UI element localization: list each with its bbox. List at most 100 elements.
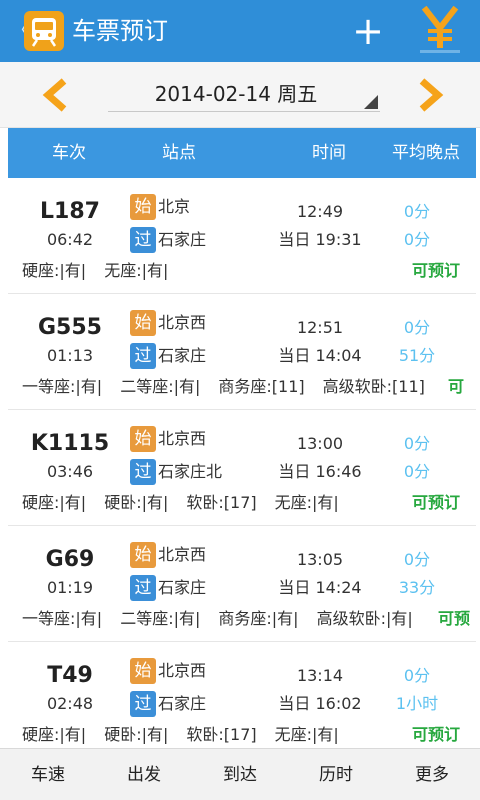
seat-info: 商务座:|有| bbox=[218, 609, 299, 628]
column-time: 时间 bbox=[312, 143, 346, 163]
seat-info: 无座:|有| bbox=[274, 725, 339, 744]
seat-info: 硬卧:|有| bbox=[104, 493, 169, 512]
train-number: K1115 bbox=[30, 431, 110, 456]
prev-day-icon[interactable] bbox=[36, 75, 76, 115]
start-station-badge: 始 bbox=[130, 426, 156, 452]
bookable-status[interactable]: 可 bbox=[448, 376, 464, 398]
seat-availability: 一等座:|有| 二等座:|有| 商务座:[11] 高级软卧:[11] bbox=[22, 376, 443, 398]
to-station: 石家庄 bbox=[158, 694, 207, 713]
tab-speed[interactable]: 车速 bbox=[0, 749, 96, 800]
column-delay: 平均晚点 bbox=[392, 143, 460, 163]
column-train: 车次 bbox=[52, 143, 86, 163]
column-header: 车次 站点 时间 平均晚点 bbox=[8, 128, 476, 178]
arrive-time: 当日 19:31 bbox=[278, 230, 362, 249]
seat-info: 无座:|有| bbox=[274, 493, 339, 512]
travel-duration: 06:42 bbox=[46, 230, 94, 249]
arrive-delay: 0分 bbox=[403, 462, 431, 481]
column-station: 站点 bbox=[162, 143, 196, 163]
start-station-badge: 始 bbox=[130, 194, 156, 220]
date-label: 2014-02-14 周五 bbox=[154, 82, 318, 106]
bookable-status[interactable]: 可预订 bbox=[412, 260, 460, 282]
train-row[interactable]: K1115 03:46 始 北京西 过 石家庄北 13:00 当日 16:46 … bbox=[8, 410, 476, 526]
train-number: L187 bbox=[40, 199, 100, 224]
next-day-icon[interactable] bbox=[410, 75, 450, 115]
depart-time: 12:51 bbox=[296, 318, 344, 337]
add-icon[interactable]: + bbox=[352, 11, 384, 51]
seat-info: 商务座:[11] bbox=[218, 377, 305, 396]
train-row[interactable]: G555 01:13 始 北京西 过 石家庄 12:51 当日 14:04 0分… bbox=[8, 294, 476, 410]
pass-station-badge: 过 bbox=[130, 691, 156, 717]
bookable-status[interactable]: 可预订 bbox=[412, 724, 460, 746]
from-station: 北京西 bbox=[158, 661, 207, 680]
to-station: 石家庄 bbox=[158, 230, 207, 249]
arrive-time: 当日 16:46 bbox=[278, 462, 362, 481]
arrive-delay: 51分 bbox=[398, 346, 436, 365]
arrive-delay: 0分 bbox=[403, 230, 431, 249]
depart-time: 13:14 bbox=[296, 666, 344, 685]
arrive-time: 当日 14:24 bbox=[278, 578, 362, 597]
seat-info: 二等座:|有| bbox=[120, 377, 201, 396]
from-station: 北京 bbox=[158, 197, 191, 216]
pass-station-badge: 过 bbox=[130, 227, 156, 253]
pass-station-badge: 过 bbox=[130, 575, 156, 601]
pass-station-badge: 过 bbox=[130, 459, 156, 485]
train-list: L187 06:42 始 北京 过 石家庄 12:49 当日 19:31 0分 … bbox=[8, 178, 476, 748]
train-icon[interactable] bbox=[24, 11, 64, 51]
travel-duration: 03:46 bbox=[46, 462, 94, 481]
seat-info: 无座:|有| bbox=[104, 261, 169, 280]
from-station: 北京西 bbox=[158, 429, 207, 448]
seat-info: 软卧:[17] bbox=[186, 493, 257, 512]
tab-departure[interactable]: 出发 bbox=[96, 749, 192, 800]
seat-info: 高级软卧:|有| bbox=[316, 609, 413, 628]
train-number: G555 bbox=[38, 315, 102, 340]
seat-availability: 一等座:|有| 二等座:|有| 商务座:|有| 高级软卧:|有| bbox=[22, 608, 431, 630]
seat-info: 硬座:|有| bbox=[22, 493, 87, 512]
seat-availability: 硬座:|有| 无座:|有| bbox=[22, 260, 186, 282]
start-station-badge: 始 bbox=[130, 658, 156, 684]
seat-info: 二等座:|有| bbox=[120, 609, 201, 628]
tab-arrival[interactable]: 到达 bbox=[192, 749, 288, 800]
tab-more[interactable]: 更多 bbox=[384, 749, 480, 800]
from-station: 北京西 bbox=[158, 545, 207, 564]
to-station: 石家庄 bbox=[158, 346, 207, 365]
arrive-delay: 33分 bbox=[398, 578, 436, 597]
depart-time: 13:05 bbox=[296, 550, 344, 569]
travel-duration: 02:48 bbox=[46, 694, 94, 713]
seat-info: 硬座:|有| bbox=[22, 261, 87, 280]
dropdown-triangle-icon bbox=[364, 95, 378, 109]
train-number: G69 bbox=[45, 547, 95, 572]
to-station: 石家庄 bbox=[158, 578, 207, 597]
depart-delay: 0分 bbox=[403, 434, 431, 453]
depart-delay: 0分 bbox=[403, 318, 431, 337]
train-row[interactable]: G69 01:19 始 北京西 过 石家庄 13:05 当日 14:24 0分 … bbox=[8, 526, 476, 642]
seat-info: 一等座:|有| bbox=[22, 377, 103, 396]
yen-icon[interactable] bbox=[418, 5, 462, 56]
depart-time: 13:00 bbox=[296, 434, 344, 453]
train-number: T49 bbox=[47, 663, 93, 688]
start-station-badge: 始 bbox=[130, 542, 156, 568]
arrive-time: 当日 14:04 bbox=[278, 346, 362, 365]
bottom-tab-bar: 车速 出发 到达 历时 更多 bbox=[0, 748, 480, 800]
arrive-time: 当日 16:02 bbox=[278, 694, 362, 713]
seat-info: 软卧:[17] bbox=[186, 725, 257, 744]
seat-info: 高级软卧:[11] bbox=[322, 377, 425, 396]
depart-time: 12:49 bbox=[296, 202, 344, 221]
date-selector: 2014-02-14 周五 bbox=[0, 62, 480, 128]
travel-duration: 01:19 bbox=[46, 578, 94, 597]
bookable-status[interactable]: 可预 bbox=[438, 608, 470, 630]
page-title: 车票预订 bbox=[72, 17, 168, 45]
bookable-status[interactable]: 可预订 bbox=[412, 492, 460, 514]
to-station: 石家庄北 bbox=[158, 462, 223, 481]
seat-info: 硬座:|有| bbox=[22, 725, 87, 744]
depart-delay: 0分 bbox=[403, 550, 431, 569]
seat-availability: 硬座:|有| 硬卧:|有| 软卧:[17] 无座:|有| bbox=[22, 724, 357, 746]
pass-station-badge: 过 bbox=[130, 343, 156, 369]
tab-duration[interactable]: 历时 bbox=[288, 749, 384, 800]
travel-duration: 01:13 bbox=[46, 346, 94, 365]
depart-delay: 0分 bbox=[403, 666, 431, 685]
train-row[interactable]: L187 06:42 始 北京 过 石家庄 12:49 当日 19:31 0分 … bbox=[8, 178, 476, 294]
start-station-badge: 始 bbox=[130, 310, 156, 336]
date-dropdown[interactable]: 2014-02-14 周五 bbox=[108, 76, 380, 112]
arrive-delay: 1小时 bbox=[395, 694, 439, 713]
train-row[interactable]: T49 02:48 始 北京西 过 石家庄 13:14 当日 16:02 0分 … bbox=[8, 642, 476, 748]
